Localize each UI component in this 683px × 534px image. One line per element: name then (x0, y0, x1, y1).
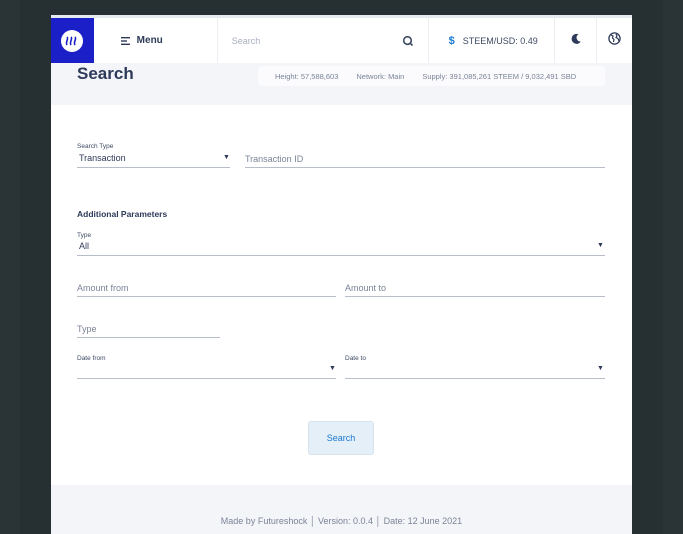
dollar-icon: $ (448, 34, 455, 47)
date-to-label: Date to (345, 355, 366, 362)
transaction-id-placeholder: Transaction ID (245, 154, 304, 164)
amount-to-underline (345, 296, 605, 297)
page-header: Search Height: 57,588,603 Network: Main … (51, 63, 632, 105)
additional-parameters-title: Additional Parameters (77, 209, 168, 219)
menu-label: Menu (136, 35, 163, 46)
search-type-label: Search Type (77, 143, 114, 150)
amount-from-placeholder: Amount from (77, 283, 129, 293)
steem-logo-icon (61, 29, 84, 52)
date-from-underline (77, 378, 336, 379)
date-to-underline (345, 378, 605, 379)
search-type-value: Transaction (79, 153, 126, 163)
chevron-down-icon: ▼ (223, 154, 230, 161)
amount-from-underline (77, 296, 336, 297)
search-type-underline (77, 167, 230, 168)
search-bar (218, 18, 429, 63)
chevron-down-icon: ▼ (597, 365, 604, 372)
type-select-underline (77, 255, 605, 256)
chevron-down-icon: ▼ (329, 365, 336, 372)
page-title: Search (77, 64, 134, 83)
globe-icon (608, 31, 621, 50)
app-window: Menu $ STEEM/USD: 0.49 (51, 15, 632, 534)
menu-button[interactable]: Menu (120, 18, 218, 63)
price-text: STEEM/USD: 0.49 (462, 35, 538, 46)
top-bar: Menu $ STEEM/USD: 0.49 (51, 15, 632, 63)
stat-network: Network: Main (356, 71, 405, 81)
stat-height: Height: 57,588,603 (275, 71, 339, 81)
search-button[interactable]: Search (308, 421, 374, 455)
footer: Made by Futureshock │ Version: 0.0.4 │ D… (51, 485, 632, 534)
type-select-label: Type (77, 232, 92, 239)
search-input[interactable] (231, 35, 402, 46)
menu-icon (120, 32, 130, 50)
type-select-value: All (79, 241, 90, 251)
transaction-id-underline (245, 167, 605, 168)
steem-logo[interactable] (51, 18, 94, 63)
language-button[interactable] (597, 18, 632, 63)
search-icon[interactable] (402, 34, 414, 47)
chain-stats: Height: 57,588,603 Network: Main Supply:… (258, 66, 605, 86)
footer-text: Made by Futureshock │ Version: 0.0.4 │ D… (220, 516, 463, 526)
moon-icon (570, 32, 582, 50)
stat-supply: Supply: 391,085,261 STEEM / 9,032,491 SB… (422, 71, 577, 81)
chevron-down-icon: ▼ (597, 242, 604, 249)
amount-to-placeholder: Amount to (345, 283, 387, 293)
type-underline (77, 337, 220, 338)
date-from-label: Date from (77, 355, 106, 362)
dark-mode-toggle[interactable] (555, 18, 598, 63)
type-placeholder: Type (77, 324, 97, 334)
price-ticker: $ STEEM/USD: 0.49 (429, 18, 556, 63)
